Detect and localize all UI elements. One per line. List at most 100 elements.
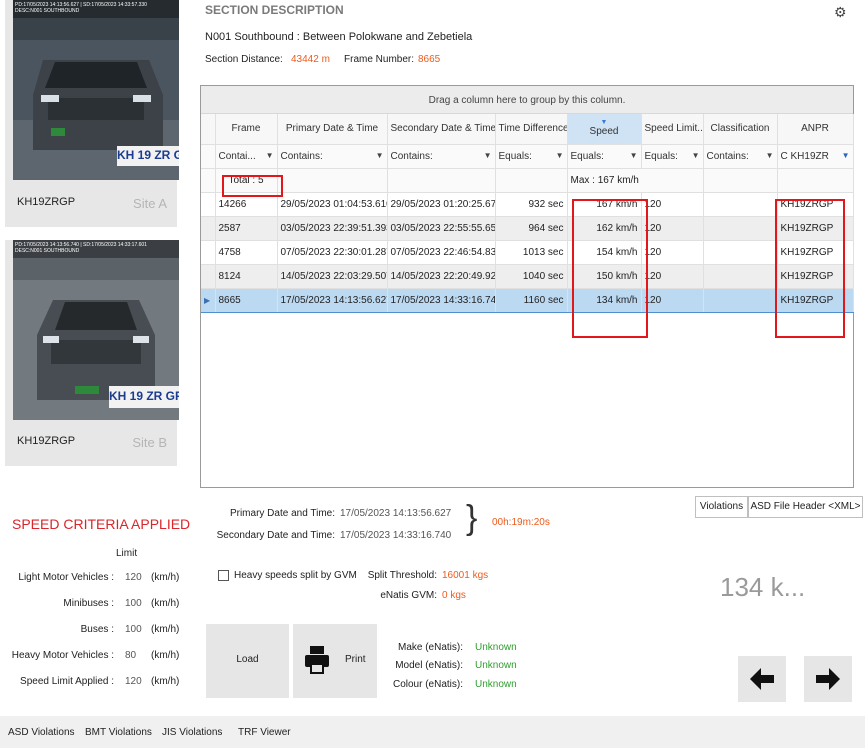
col-header-primary[interactable]: Primary Date & Time [277,114,388,145]
col-header-anpr[interactable]: ANPR [777,114,854,145]
arrow-left-icon [750,668,774,690]
summary-empty [703,168,778,193]
cell-time-diff: 1013 sec [495,240,568,265]
vehicle-photo-site-a[interactable]: PD:17/05/2023 14:13:56.627 | SD:17/05/20… [13,0,179,180]
cell-primary: 29/05/2023 01:04:53.610 [277,192,388,217]
filter-secondary-op: Contains: [390,150,433,162]
heavy-split-checkbox[interactable] [218,570,229,581]
vehicle-photo-site-b[interactable]: PD:17/05/2023 14:13:56.740 | SD:17/05/20… [13,240,179,420]
footer-bmt-violations[interactable]: BMT Violations [85,727,152,738]
criteria-label: Heavy Motor Vehicles : [11,650,114,661]
filter-primary[interactable]: Contains: ▼ [277,144,388,169]
filter-funnel-icon[interactable]: ▼ [376,151,384,160]
gear-icon[interactable]: ⚙ [834,4,847,21]
col-header-speed[interactable]: ▼ Speed [567,114,642,145]
header-row: Frame Primary Date & Time Secondary Date… [201,114,854,145]
footer-asd-violations[interactable]: ASD Violations [8,727,75,738]
filter-speed-limit[interactable]: Equals: ▼ [641,144,704,169]
previous-button[interactable] [738,656,786,702]
col-header-classification[interactable]: Classification [703,114,778,145]
summary-max-speed: Max : 167 km/h [567,168,704,193]
violations-table: Frame Primary Date & Time Secondary Date… [201,114,854,313]
make-label: Make (eNatis): [397,642,463,653]
cell-frame: 4758 [215,240,278,265]
filter-funnel-icon[interactable]: ▼ [630,151,638,160]
cell-secondary: 03/05/2023 22:55:55.657 [387,216,496,241]
heavy-split-label: Heavy speeds split by GVM [234,570,357,581]
print-button[interactable]: Print [293,624,377,698]
filter-funnel-icon[interactable]: ▼ [692,151,700,160]
filter-active-icon[interactable]: ▼ [842,151,850,160]
filter-funnel-icon[interactable]: ▼ [266,151,274,160]
filter-primary-op: Contains: [280,150,323,162]
primary-datetime-value: 17/05/2023 14:13:56.627 [340,508,452,519]
filter-indicator [201,144,216,169]
criteria-value: 120 [125,572,142,583]
criteria-label: Light Motor Vehicles : [18,572,114,583]
footer-nav: ASD Violations BMT Violations JIS Violat… [0,716,865,748]
colour-value: Unknown [475,679,517,690]
row-indicator [201,216,216,241]
table-row[interactable]: 14266 29/05/2023 01:04:53.610 29/05/2023… [201,192,854,217]
cell-anpr: KH19ZRGP [777,216,854,241]
frame-number-value: 8665 [418,54,441,65]
col-header-speed-limit[interactable]: Speed Limit... [641,114,704,145]
cell-classification [703,192,778,217]
section-distance-value: 43442 m [291,54,330,65]
cell-anpr: KH19ZRGP [777,287,854,313]
criteria-label: Minibuses : [63,598,114,609]
criteria-limit-header: Limit [116,548,138,559]
camera-card-site-a: PD:17/05/2023 14:13:56.627 | SD:17/05/20… [5,0,179,227]
summary-total: Total : 5 [215,168,278,193]
criteria-value: 100 [125,624,142,635]
row-indicator [201,264,216,289]
cell-primary: 03/05/2023 22:39:51.393 [277,216,388,241]
footer-trf-viewer[interactable]: TRF Viewer [238,727,291,738]
print-button-label: Print [345,654,366,665]
cell-secondary: 14/05/2023 22:20:49.927 [387,264,496,289]
tab-violations[interactable]: Violations [695,496,748,518]
filter-anpr[interactable]: C KH19ZR ▼ [777,144,854,169]
criteria-value: 80 [125,650,137,661]
filter-classification[interactable]: Contains: ▼ [703,144,778,169]
tab-asd-file-header[interactable]: ASD File Header <XML> [748,496,863,518]
cell-speed: 150 km/h [567,264,642,289]
table-row[interactable]: 4758 07/05/2023 22:30:01.287 07/05/2023 … [201,240,854,265]
section-distance-label: Section Distance: [205,54,283,65]
cell-secondary: 29/05/2023 01:20:25.673 [387,192,496,217]
split-threshold-value: 16001 kgs [442,570,489,581]
table-row-selected[interactable]: ▶ 8665 17/05/2023 14:13:56.627 17/05/202… [201,287,854,313]
cell-frame: 14266 [215,192,278,217]
violations-grid[interactable]: Drag a column here to group by this colu… [200,85,854,488]
elapsed-brace: } [466,499,478,537]
table-row[interactable]: 2587 03/05/2023 22:39:51.393 03/05/2023 … [201,216,854,241]
filter-funnel-icon[interactable]: ▼ [766,151,774,160]
enatis-gvm-label: eNatis GVM: [380,590,437,601]
filter-funnel-icon[interactable]: ▼ [556,151,564,160]
cell-primary: 17/05/2023 14:13:56.627 [277,287,388,313]
filter-time-diff[interactable]: Equals: ▼ [495,144,568,169]
cell-speed-limit: 120 [641,216,704,241]
filter-secondary[interactable]: Contains: ▼ [387,144,496,169]
secondary-datetime-label: Secondary Date and Time: [216,530,335,541]
col-header-speed-label: Speed [589,126,619,138]
next-button[interactable] [804,656,852,702]
col-header-time-diff[interactable]: Time Difference [495,114,568,145]
cell-anpr: KH19ZRGP [777,264,854,289]
cell-time-diff: 964 sec [495,216,568,241]
filter-frame[interactable]: Contai... ▼ [215,144,278,169]
filter-funnel-icon[interactable]: ▼ [484,151,492,160]
cell-primary: 07/05/2023 22:30:01.287 [277,240,388,265]
col-header-secondary[interactable]: Secondary Date & Time [387,114,496,145]
criteria-unit: (km/h) [151,650,180,661]
group-by-panel[interactable]: Drag a column here to group by this colu… [201,86,853,114]
summary-empty [495,168,568,193]
table-row[interactable]: 8124 14/05/2023 22:03:29.507 14/05/2023 … [201,264,854,289]
filter-speed[interactable]: Equals: ▼ [567,144,642,169]
footer-jis-violations[interactable]: JIS Violations [162,727,222,738]
load-button[interactable]: Load [206,624,289,698]
criteria-label: Buses : [80,624,114,635]
col-header-frame[interactable]: Frame [215,114,278,145]
criteria-value: 100 [125,598,142,609]
cell-classification [703,216,778,241]
